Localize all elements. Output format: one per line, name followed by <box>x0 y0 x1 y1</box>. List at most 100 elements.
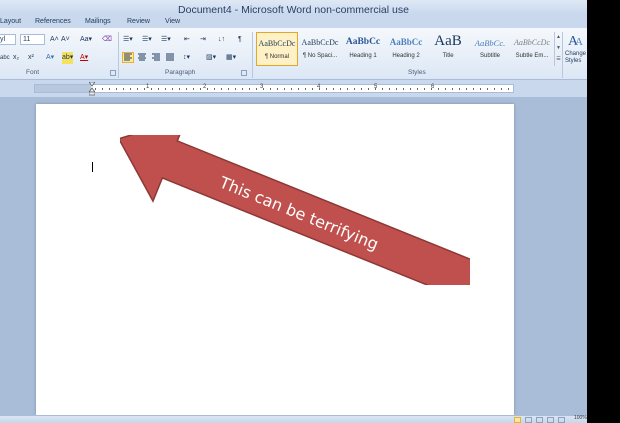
style-title[interactable]: AaB Title <box>427 32 469 66</box>
title-bar: Document4 - Microsoft Word non-commercia… <box>0 0 587 16</box>
ruler-tick <box>263 88 264 90</box>
style-name: Heading 2 <box>392 53 420 59</box>
tab-review[interactable]: Review <box>127 15 150 28</box>
scroll-up-icon[interactable]: ▲ <box>555 32 562 43</box>
ruler-tick <box>109 88 110 90</box>
superscript-button[interactable]: x² <box>28 52 34 64</box>
bullets-button[interactable]: ☰▾ <box>123 34 133 46</box>
font-name-value: yl <box>0 36 6 43</box>
style-sample: AaBbCc. <box>474 38 506 48</box>
style-subtitle[interactable]: AaBbCc. Subtitle <box>469 32 511 66</box>
ruler-tick <box>501 88 502 90</box>
decrease-indent-button[interactable]: ⇤ <box>184 34 190 46</box>
style-sample: AaBbCcDc <box>258 39 296 48</box>
styles-gallery-scroll[interactable]: ▲ ▼ ☰ <box>554 32 562 66</box>
ruler-tick <box>151 88 152 90</box>
shading-button[interactable]: ▨▾ <box>206 52 216 64</box>
font-size-box[interactable]: 11 <box>20 34 45 45</box>
change-styles-button[interactable]: A A Change Styles <box>564 30 587 70</box>
justify-button[interactable] <box>164 52 176 63</box>
ruler-tick <box>403 88 404 90</box>
ruler-tick <box>165 88 166 90</box>
status-bar: 100% <box>0 415 587 423</box>
more-styles-icon[interactable]: ☰ <box>555 54 562 65</box>
ruler-tick <box>417 88 418 90</box>
ruler-number: 1 <box>146 84 150 90</box>
ruler-tick <box>270 88 271 90</box>
shrink-font-button[interactable]: A˅ <box>61 34 70 46</box>
ruler-tick <box>137 88 138 90</box>
change-styles-icon: A A <box>568 34 583 48</box>
align-left-button[interactable] <box>122 52 134 63</box>
ruler-tick <box>354 88 355 90</box>
ruler-tick <box>116 88 117 90</box>
style-normal[interactable]: AaBbCcDc ¶ Normal <box>256 32 298 66</box>
tab-layout[interactable]: Layout <box>0 15 21 28</box>
line-spacing-button[interactable]: ↕▾ <box>183 52 190 64</box>
font-dialog-launcher[interactable] <box>110 70 116 76</box>
ruler-tick <box>326 88 327 90</box>
ruler-tick <box>438 88 439 90</box>
style-heading-1[interactable]: AaBbCc Heading 1 <box>342 32 384 66</box>
change-case-button[interactable]: Aa▾ <box>80 34 92 46</box>
draft-view-button[interactable] <box>558 417 565 423</box>
indent-marker-icon[interactable] <box>89 82 95 96</box>
multilevel-list-button[interactable]: ☰▾ <box>161 34 171 46</box>
tab-view[interactable]: View <box>165 15 180 28</box>
grow-font-button[interactable]: A˄ <box>50 34 59 46</box>
font-name-box[interactable]: yl <box>0 34 16 45</box>
outline-view-button[interactable] <box>547 417 554 423</box>
ruler-left-margin <box>35 85 91 92</box>
style-sample: AaB <box>434 33 462 49</box>
font-color-button[interactable]: A▾ <box>80 52 88 64</box>
show-marks-button[interactable]: ¶ <box>238 34 242 46</box>
style-heading-2[interactable]: AaBbCc Heading 2 <box>385 32 427 66</box>
ruler-tick <box>249 88 250 90</box>
strikethrough-button[interactable]: abc <box>0 52 10 64</box>
align-right-icon <box>152 53 160 61</box>
style-name: ¶ No Spaci... <box>302 53 338 59</box>
paragraph-dialog-launcher[interactable] <box>241 70 247 76</box>
tab-references[interactable]: References <box>35 15 71 28</box>
ruler-tick <box>158 88 159 90</box>
style-sample: AaBbCc <box>345 37 381 47</box>
ruler-tick <box>305 88 306 90</box>
ruler-tick <box>452 88 453 90</box>
text-effects-button[interactable]: A▾ <box>46 52 54 64</box>
ruler-tick <box>473 88 474 90</box>
style-subtle-emphasis[interactable]: AaBbCcDc Subtle Em... <box>511 32 553 66</box>
ruler-tick <box>487 88 488 90</box>
increase-indent-button[interactable]: ⇥ <box>200 34 206 46</box>
borders-button[interactable]: ▦▾ <box>226 52 236 64</box>
style-no-spacing[interactable]: AaBbCcDc ¶ No Spaci... <box>299 32 341 66</box>
horizontal-ruler[interactable]: 1 2 3 4 5 6 <box>34 84 514 93</box>
ruler-tick <box>172 88 173 90</box>
print-layout-view-button[interactable] <box>514 417 521 423</box>
align-center-button[interactable] <box>136 52 148 63</box>
ruler-tick <box>298 88 299 90</box>
full-screen-view-button[interactable] <box>525 417 532 423</box>
ruler-tick <box>361 88 362 90</box>
ruler-tick <box>130 88 131 90</box>
sort-button[interactable]: ↓↑ <box>218 34 225 46</box>
subscript-button[interactable]: x₂ <box>13 52 19 64</box>
arrow-shape[interactable]: This can be terrifying <box>120 135 470 285</box>
ruler-tick <box>459 88 460 90</box>
ruler-tick <box>102 88 103 90</box>
numbering-button[interactable]: ☰▾ <box>142 34 152 46</box>
align-center-icon <box>138 53 146 61</box>
scroll-down-icon[interactable]: ▼ <box>555 43 562 54</box>
highlight-button[interactable]: ab▾ <box>62 52 74 64</box>
style-sample: AaBbCcDc <box>514 38 550 47</box>
ruler-tick <box>214 88 215 90</box>
zoom-level[interactable]: 100% <box>574 415 587 421</box>
tab-mailings[interactable]: Mailings <box>85 15 111 28</box>
style-name: Subtle Em... <box>515 53 549 59</box>
style-name: Subtitle <box>479 53 500 59</box>
web-layout-view-button[interactable] <box>536 417 543 423</box>
ruler-tick <box>494 88 495 90</box>
clear-format-button[interactable]: ⌫ <box>102 34 112 46</box>
align-right-button[interactable] <box>150 52 162 63</box>
ruler-tick <box>179 88 180 90</box>
ruler-tick <box>221 88 222 90</box>
